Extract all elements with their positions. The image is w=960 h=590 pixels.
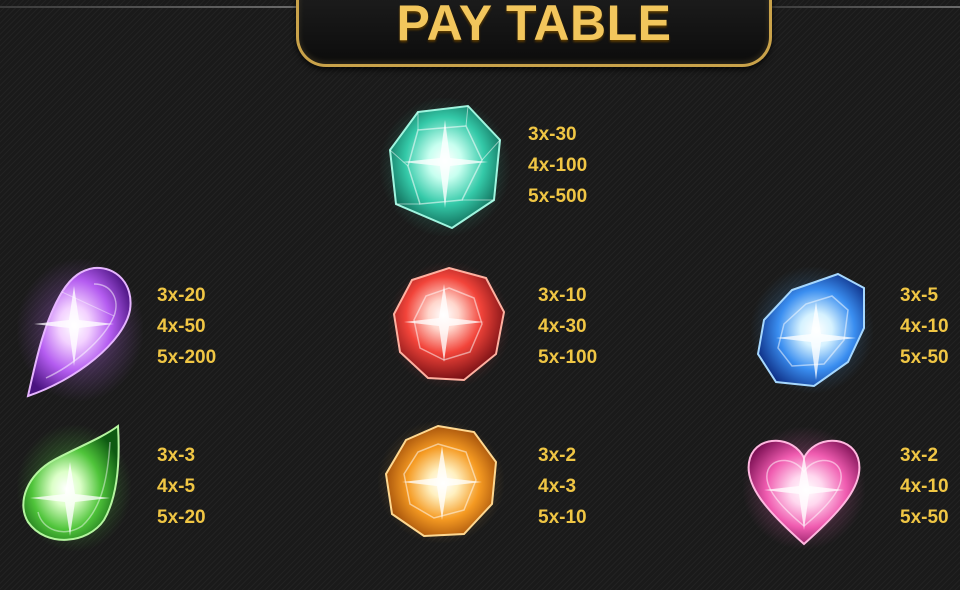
page-title: PAY TABLE bbox=[396, 0, 672, 51]
pay-list: 3x-3 4x-5 5x-20 bbox=[157, 440, 206, 533]
pay-5x: 5x-50 bbox=[900, 347, 949, 368]
red-round-gem-icon bbox=[387, 261, 511, 389]
header-line-left bbox=[0, 6, 300, 8]
pay-3x: 3x-2 bbox=[538, 445, 577, 466]
pay-4x: 4x-50 bbox=[157, 316, 206, 337]
pay-5x: 5x-50 bbox=[900, 507, 949, 528]
pay-list: 3x-20 4x-50 5x-200 bbox=[157, 280, 216, 373]
pay-list: 3x-5 4x-10 5x-50 bbox=[900, 280, 949, 373]
pay-list: 3x-2 4x-3 5x-10 bbox=[538, 440, 587, 533]
purple-teardrop-gem-icon bbox=[16, 258, 144, 402]
pay-4x: 4x-5 bbox=[157, 476, 196, 497]
pay-list: 3x-10 4x-30 5x-100 bbox=[538, 280, 597, 373]
orange-round-gem-icon bbox=[377, 420, 505, 544]
pay-3x: 3x-10 bbox=[538, 285, 587, 306]
pay-5x: 5x-500 bbox=[528, 186, 588, 207]
pay-5x: 5x-20 bbox=[157, 507, 206, 528]
pay-4x: 4x-30 bbox=[538, 316, 587, 337]
pay-list: 3x-30 4x-100 5x-500 bbox=[528, 119, 587, 212]
pay-3x: 3x-2 bbox=[900, 445, 939, 466]
pay-3x: 3x-30 bbox=[528, 124, 577, 145]
pay-4x: 4x-10 bbox=[900, 476, 949, 497]
pay-3x: 3x-5 bbox=[900, 285, 939, 306]
teal-emerald-gem-icon bbox=[379, 97, 511, 237]
pay-4x: 4x-3 bbox=[538, 476, 577, 497]
green-teardrop-gem-icon bbox=[16, 424, 132, 552]
pay-5x: 5x-200 bbox=[157, 347, 217, 368]
pay-5x: 5x-10 bbox=[538, 507, 587, 528]
pay-3x: 3x-20 bbox=[157, 285, 206, 306]
blue-oval-gem-icon bbox=[750, 266, 874, 394]
pay-list: 3x-2 4x-10 5x-50 bbox=[900, 440, 949, 533]
pay-4x: 4x-100 bbox=[528, 155, 588, 176]
pay-5x: 5x-100 bbox=[538, 347, 598, 368]
pink-heart-gem-icon bbox=[742, 426, 866, 550]
pay-4x: 4x-10 bbox=[900, 316, 949, 337]
pay-3x: 3x-3 bbox=[157, 445, 196, 466]
header-line-right bbox=[765, 6, 960, 8]
